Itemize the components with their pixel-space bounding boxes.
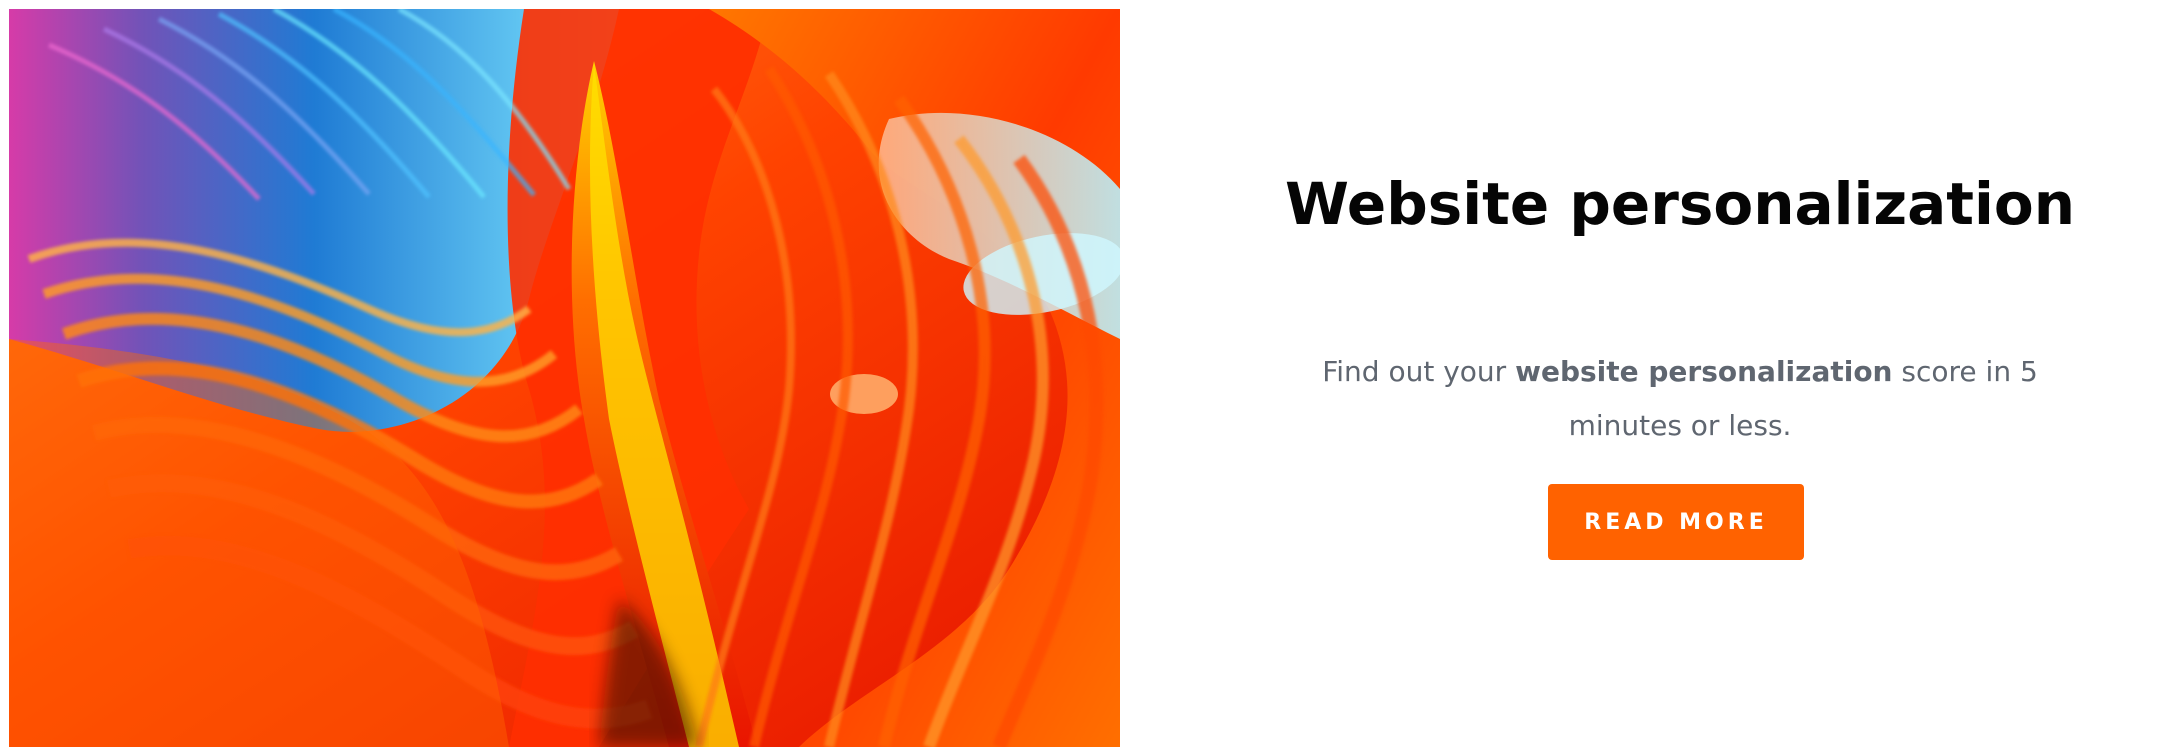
- read-more-button[interactable]: READ MORE: [1548, 484, 1804, 560]
- abstract-wave-image: [9, 9, 1120, 747]
- description-prefix: Find out your: [1322, 355, 1516, 388]
- personalization-promo-content: Website personalization Find out your we…: [1240, 0, 2120, 754]
- promo-description: Find out your website personalization sc…: [1280, 345, 2080, 453]
- description-bold-keyword: website personalization: [1515, 355, 1893, 388]
- page-title: Website personalization: [1284, 170, 2076, 238]
- website-personalization-page: Website personalization Find out your we…: [0, 0, 2168, 754]
- abstract-wave-art: [9, 9, 1120, 747]
